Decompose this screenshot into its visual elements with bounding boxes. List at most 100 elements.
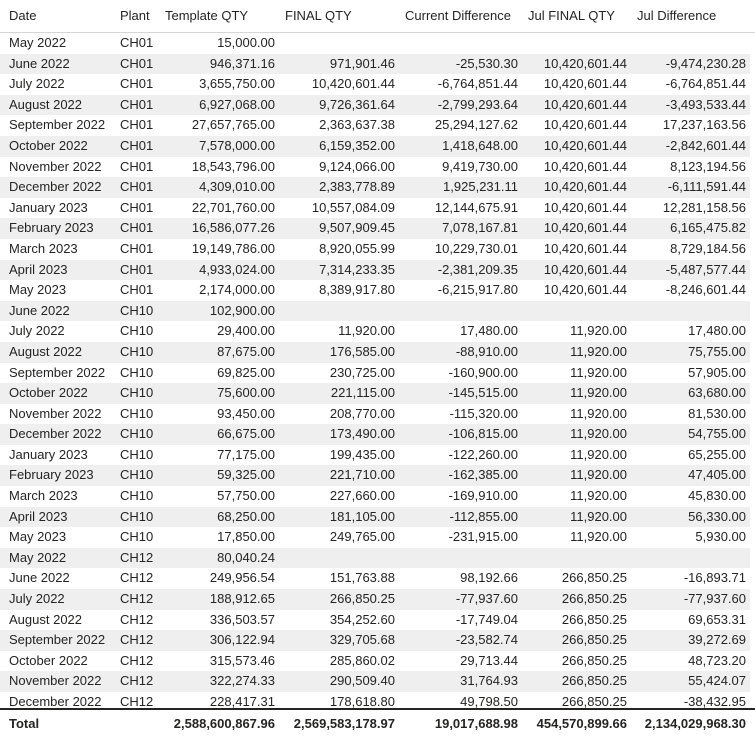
header-current-difference[interactable]: Current Difference — [405, 6, 511, 26]
cell-template-qty: 59,325.00 — [217, 467, 275, 483]
cell-template-qty: 22,701,760.00 — [191, 199, 275, 215]
cell-final-qty: 11,920.00 — [338, 323, 395, 339]
cell-final-qty: 199,435.00 — [329, 446, 395, 462]
cell-jul-difference: 5,930.00 — [695, 529, 746, 545]
cell-final-qty: 6,159,352.00 — [319, 137, 395, 153]
header-plant[interactable]: Plant — [120, 6, 150, 26]
cell-plant: CH12 — [120, 652, 154, 668]
cell-jul-difference: 56,330.00 — [688, 508, 746, 524]
cell-template-qty: 4,309,010.00 — [199, 179, 275, 195]
cell-jul-difference — [630, 33, 746, 54]
cell-plant: CH12 — [120, 673, 154, 689]
table-row[interactable]: August 2022 CH01 6,927,068.00 9,726,361.64 -… — [0, 94, 755, 116]
table-row[interactable]: June 2022 CH01 946,371.16 971,901.46 -25,530… — [0, 53, 755, 75]
cell-jul-difference: -16,893.71 — [683, 570, 746, 586]
table-row[interactable]: November 2022 CH10 93,450.00 208,770.00 -115… — [0, 404, 755, 425]
table-row[interactable]: April 2023 CH01 4,933,024.00 7,314,233.35 -2… — [0, 259, 755, 281]
cell-template-qty: 322,274.33 — [209, 673, 275, 689]
table-row[interactable]: May 2022 CH12 80,040.24 — [0, 547, 755, 569]
table-row[interactable]: October 2022 CH01 7,578,000.00 6,159,352.00… — [0, 135, 755, 157]
table-row[interactable]: July 2022 CH12 188,912.65 266,850.25 -77,937… — [0, 589, 755, 610]
cell-current-difference: 7,078,167.81 — [442, 220, 518, 236]
cell-current-difference: 10,229,730.01 — [434, 240, 518, 256]
cell-jul-difference: 75,755.00 — [688, 343, 746, 359]
table-row[interactable]: May 2023 CH10 17,850.00 249,765.00 -231,915.… — [0, 527, 755, 548]
table-row[interactable]: July 2022 CH10 29,400.00 11,920.00 17,480.00… — [0, 321, 755, 342]
cell-jul-difference: 47,405.00 — [688, 467, 746, 483]
cell-date: June 2022 — [9, 302, 70, 318]
total-label: Total — [9, 716, 40, 731]
table-row[interactable]: July 2022 CH01 3,655,750.00 10,420,601.44 -6… — [0, 74, 755, 95]
cell-final-qty: 221,710.00 — [329, 467, 395, 483]
cell-final-qty — [280, 33, 395, 54]
table-row[interactable]: January 2023 CH01 22,701,760.00 10,557,084.… — [0, 198, 755, 219]
cell-final-qty: 181,105.00 — [329, 508, 395, 524]
cell-current-difference: 25,294,127.62 — [434, 117, 518, 133]
cell-current-difference: -160,900.00 — [448, 364, 518, 380]
cell-date: August 2022 — [9, 96, 83, 112]
table-row[interactable]: February 2023 CH01 16,586,077.26 9,507,909.… — [0, 218, 755, 239]
cell-date: January 2023 — [9, 446, 88, 462]
header-template-qty[interactable]: Template QTY — [165, 6, 248, 26]
cell-jul-difference: 6,165,475.82 — [670, 220, 746, 236]
cell-current-difference — [400, 33, 518, 54]
table-row[interactable]: October 2022 CH10 75,600.00 221,115.00 -145,… — [0, 383, 755, 404]
cell-date: February 2023 — [9, 220, 94, 236]
total-jul-difference: 2,134,029,968.30 — [644, 716, 746, 731]
cell-jul-final-qty: 10,420,601.44 — [543, 282, 627, 298]
cell-jul-difference: 48,723.20 — [688, 652, 746, 668]
table-row[interactable]: February 2023 CH10 59,325.00 221,710.00 -162… — [0, 465, 755, 487]
table-row[interactable]: November 2022 CH12 322,274.33 290,509.40 31,… — [0, 671, 755, 692]
table-row[interactable]: June 2022 CH12 249,956.54 151,763.88 98,192.… — [0, 568, 755, 589]
table-row[interactable]: May 2023 CH01 2,174,000.00 8,389,917.80 -6,2… — [0, 280, 755, 301]
cell-jul-difference: 81,530.00 — [688, 405, 746, 421]
cell-current-difference: -23,582.74 — [455, 632, 518, 648]
cell-jul-difference: -6,764,851.44 — [665, 76, 746, 92]
cell-jul-final-qty: 10,420,601.44 — [543, 199, 627, 215]
cell-plant: CH10 — [120, 405, 154, 421]
table-row[interactable]: March 2023 CH01 19,149,786.00 8,920,055.99 1… — [0, 239, 755, 260]
vertical-scrollbar[interactable] — [750, 33, 755, 708]
cell-current-difference: 1,418,648.00 — [442, 137, 518, 153]
table-row[interactable]: December 2022 CH10 66,675.00 173,490.00 -106… — [0, 424, 755, 445]
table-row[interactable]: October 2022 CH12 315,573.46 285,860.02 29,7… — [0, 651, 755, 672]
table-row[interactable]: August 2022 CH10 87,675.00 176,585.00 -88,91… — [0, 341, 755, 363]
cell-current-difference: 1,925,231.11 — [443, 179, 518, 195]
table-row[interactable]: March 2023 CH10 57,750.00 227,660.00 -169,91… — [0, 486, 755, 507]
cell-jul-final-qty: 10,420,601.44 — [543, 261, 627, 277]
cell-jul-difference: -9,474,230.28 — [665, 55, 746, 71]
cell-current-difference: -145,515.00 — [448, 385, 518, 401]
header-jul-final-qty[interactable]: Jul FINAL QTY — [528, 6, 615, 26]
table-row[interactable]: September 2022 CH10 69,825.00 230,725.00 -16… — [0, 363, 755, 384]
cell-jul-final-qty — [520, 33, 627, 54]
table-row[interactable]: May 2022 CH01 15,000.00 — [0, 33, 755, 54]
header-final-qty[interactable]: FINAL QTY — [285, 6, 352, 26]
cell-jul-final-qty: 11,920.00 — [570, 323, 627, 339]
cell-current-difference: -6,764,851.44 — [437, 76, 518, 92]
cell-jul-final-qty: 10,420,601.44 — [543, 240, 627, 256]
table-row[interactable]: December 2022 CH01 4,309,010.00 2,383,778.8… — [0, 177, 755, 198]
cell-final-qty: 285,860.02 — [329, 652, 395, 668]
table-row[interactable]: January 2023 CH10 77,175.00 199,435.00 -122,… — [0, 445, 755, 466]
matrix-table: Date Plant Template QTY FINAL QTY Curren… — [0, 0, 755, 737]
cell-date: February 2023 — [9, 467, 94, 483]
table-row[interactable]: September 2022 CH01 27,657,765.00 2,363,637… — [0, 115, 755, 136]
cell-plant: CH10 — [120, 446, 154, 462]
cell-plant: CH01 — [120, 240, 154, 256]
table-row[interactable]: June 2022 CH10 102,900.00 — [0, 300, 755, 322]
table-row[interactable]: April 2023 CH10 68,250.00 181,105.00 -112,85… — [0, 506, 755, 528]
cell-plant: CH10 — [120, 508, 154, 524]
cell-current-difference: 29,713.44 — [460, 652, 518, 668]
cell-plant: CH12 — [120, 632, 154, 648]
cell-date: July 2022 — [9, 76, 65, 92]
header-jul-difference[interactable]: Jul Difference — [637, 6, 716, 26]
cell-template-qty: 7,578,000.00 — [199, 137, 275, 153]
header-date[interactable]: Date — [9, 6, 36, 26]
table-row[interactable]: November 2022 CH01 18,543,796.00 9,124,066.… — [0, 157, 755, 178]
table-row[interactable]: August 2022 CH12 336,503.57 354,252.60 -17,7… — [0, 610, 755, 631]
cell-date: November 2022 — [9, 673, 102, 689]
total-jul-final-qty: 454,570,899.66 — [536, 716, 627, 731]
cell-jul-final-qty: 11,920.00 — [570, 467, 627, 483]
cell-final-qty: 8,389,917.80 — [319, 282, 395, 298]
table-row[interactable]: September 2022 CH12 306,122.94 329,705.68 -2… — [0, 630, 755, 651]
